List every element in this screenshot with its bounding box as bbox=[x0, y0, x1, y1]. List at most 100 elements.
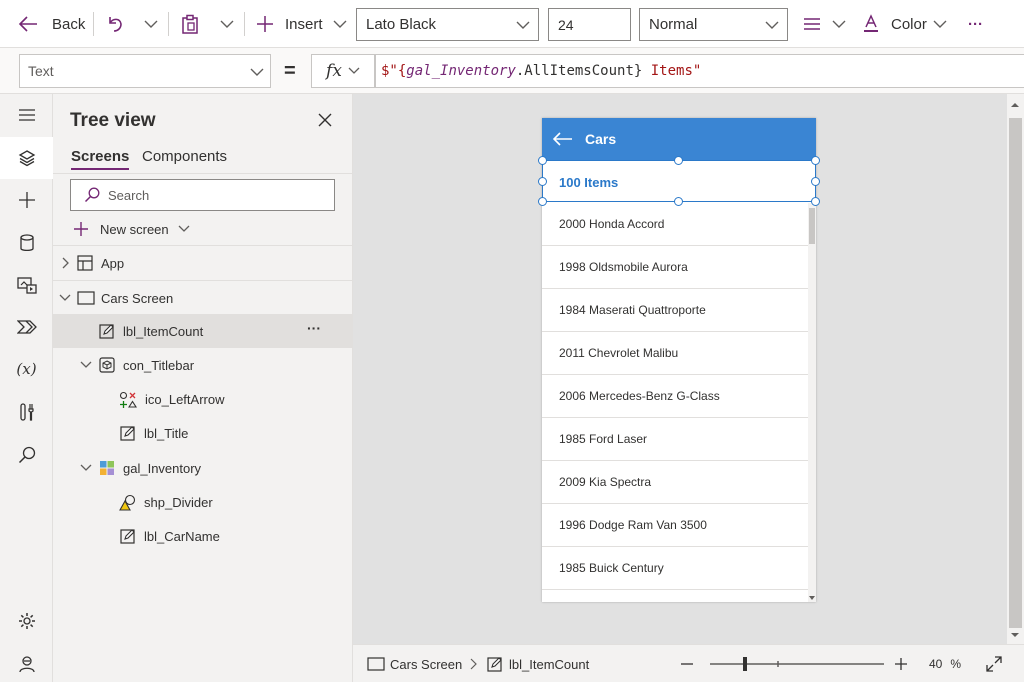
zoom-out-button[interactable] bbox=[680, 645, 694, 682]
undo-icon bbox=[109, 17, 122, 32]
property-value: Text bbox=[28, 63, 54, 79]
data-button[interactable] bbox=[0, 222, 53, 264]
advanced-tools-button[interactable] bbox=[0, 391, 53, 433]
back-button[interactable]: Back bbox=[18, 0, 85, 48]
divider bbox=[244, 12, 245, 36]
font-size-value: 24 bbox=[558, 16, 574, 33]
fx-button[interactable]: fx bbox=[311, 54, 375, 88]
more-commands-button[interactable]: ··· bbox=[968, 0, 983, 48]
status-bar: Cars Screen lbl_ItemCount 40 % bbox=[353, 644, 1024, 682]
hamburger-button[interactable] bbox=[0, 94, 53, 136]
font-color-icon bbox=[864, 14, 878, 32]
canvas-scrollbar-thumb[interactable] bbox=[1009, 118, 1022, 628]
car-name-label: 1984 Maserati Quattroporte bbox=[559, 303, 706, 317]
formula-token: gal_Inventory bbox=[406, 63, 516, 79]
chevron-down-icon[interactable] bbox=[59, 294, 71, 302]
tree-view-pane: Tree view Screens Components Search New … bbox=[53, 94, 353, 682]
tree-item-shp-divider[interactable]: shp_Divider bbox=[53, 485, 352, 519]
status-screen-label: Cars Screen bbox=[390, 656, 463, 672]
gallery-item[interactable]: 1996 Dodge Ram Van 3500 bbox=[542, 504, 808, 547]
zoom-slider-track bbox=[710, 657, 884, 671]
gallery-item[interactable]: 1985 Buick Century bbox=[542, 547, 808, 590]
virtual-agent-button[interactable] bbox=[0, 643, 53, 682]
tree-item-lbl-itemcount[interactable]: lbl_ItemCount ··· bbox=[53, 314, 352, 348]
zoom-unit: % bbox=[950, 657, 962, 671]
tree-item-lbl-title[interactable]: lbl_Title bbox=[53, 416, 352, 450]
undo-dropdown-button[interactable] bbox=[144, 0, 158, 48]
car-name-label: 1996 Dodge Ram Van 3500 bbox=[559, 518, 707, 532]
chevron-down-icon[interactable] bbox=[80, 464, 92, 472]
back-label: Back bbox=[52, 15, 86, 33]
tree-item-lbl-carname[interactable]: lbl_CarName bbox=[53, 519, 352, 553]
chevron-down-icon[interactable] bbox=[80, 361, 92, 369]
power-automate-button[interactable] bbox=[0, 306, 53, 348]
screen-icon bbox=[77, 291, 95, 305]
tree-item-label: lbl_Title bbox=[144, 426, 189, 441]
zoom-slider[interactable] bbox=[710, 645, 884, 682]
tree-item-label: con_Titlebar bbox=[123, 358, 195, 373]
font-weight-dropdown[interactable]: Normal bbox=[639, 8, 788, 41]
search-rail-button[interactable] bbox=[0, 434, 53, 476]
paste-dropdown-button[interactable] bbox=[220, 0, 234, 48]
gallery-scrollbar[interactable] bbox=[808, 203, 816, 602]
tree-view-button[interactable] bbox=[0, 137, 53, 179]
font-family-dropdown[interactable]: Lato Black bbox=[356, 8, 539, 41]
property-dropdown[interactable]: Text bbox=[19, 54, 271, 88]
insert-button[interactable]: Insert bbox=[256, 0, 347, 48]
car-name-label: 2000 Honda Accord bbox=[559, 217, 665, 231]
fit-to-window-button[interactable] bbox=[986, 645, 1002, 682]
variables-icon: (x) bbox=[16, 360, 37, 378]
undo-button[interactable] bbox=[105, 0, 125, 48]
gallery-item[interactable]: 2000 Honda Accord bbox=[542, 203, 808, 246]
zoom-slider-thumb[interactable] bbox=[743, 657, 747, 671]
insert-label: Insert bbox=[285, 15, 323, 33]
gallery-item[interactable]: 2006 Mercedes-Benz G-Class bbox=[542, 375, 808, 418]
align-icon bbox=[804, 18, 820, 30]
status-control-breadcrumb[interactable]: lbl_ItemCount bbox=[487, 645, 589, 682]
more-options-button[interactable]: ··· bbox=[307, 320, 321, 336]
car-name-label: 1998 Oldsmobile Aurora bbox=[559, 260, 688, 274]
zoom-in-button[interactable] bbox=[894, 645, 908, 682]
tree-search-input[interactable]: Search bbox=[70, 179, 335, 211]
app-screen-preview: Cars 100 Items 2000 Honda Accord 1998 Old… bbox=[542, 118, 816, 602]
gallery-item[interactable]: 2009 Kia Spectra bbox=[542, 461, 808, 504]
fx-icon: fx bbox=[326, 61, 342, 81]
left-rail: (x) bbox=[0, 94, 53, 682]
close-tree-button[interactable] bbox=[317, 112, 333, 131]
gallery-scrollbar-thumb[interactable] bbox=[809, 208, 815, 244]
tree-item-ico-leftarrow[interactable]: ico_LeftArrow bbox=[53, 382, 352, 416]
plus-icon bbox=[257, 16, 273, 32]
tab-components[interactable]: Components bbox=[142, 148, 227, 165]
label-icon bbox=[120, 529, 135, 544]
gallery-item[interactable]: 2011 Chevrolet Malibu bbox=[542, 332, 808, 375]
tree-item-app[interactable]: App bbox=[53, 246, 352, 280]
gallery-item[interactable]: 1998 Oldsmobile Aurora bbox=[542, 246, 808, 289]
settings-button[interactable] bbox=[0, 600, 53, 642]
color-button[interactable]: Color bbox=[862, 0, 947, 48]
tree-item-gal-inventory[interactable]: gal_Inventory bbox=[53, 451, 352, 485]
left-arrow-icon[interactable] bbox=[553, 132, 573, 146]
align-button[interactable] bbox=[802, 0, 846, 48]
gallery-item[interactable]: 1985 Ford Laser bbox=[542, 418, 808, 461]
variables-button[interactable]: (x) bbox=[0, 348, 53, 390]
font-family-value: Lato Black bbox=[366, 16, 437, 33]
gallery-item[interactable]: 1984 Maserati Quattroporte bbox=[542, 289, 808, 332]
power-automate-icon bbox=[16, 320, 37, 334]
item-count-label[interactable]: 100 Items bbox=[559, 175, 618, 190]
tab-screens[interactable]: Screens bbox=[71, 148, 130, 170]
layers-icon bbox=[18, 150, 35, 167]
status-chevron bbox=[469, 645, 477, 682]
new-screen-button[interactable]: New screen bbox=[73, 219, 190, 239]
tree-item-label: Cars Screen bbox=[101, 291, 174, 306]
formula-input[interactable]: $"{gal_Inventory .AllItemsCount} Items" bbox=[375, 54, 1024, 88]
font-size-input[interactable]: 24 bbox=[548, 8, 631, 41]
media-button[interactable] bbox=[0, 264, 53, 306]
formula-token: $"{ bbox=[381, 63, 407, 79]
tree-item-cars-screen[interactable]: Cars Screen bbox=[53, 281, 352, 315]
insert-rail-button[interactable] bbox=[0, 179, 53, 221]
status-screen-breadcrumb[interactable]: Cars Screen bbox=[367, 645, 462, 682]
chevron-right-icon[interactable] bbox=[61, 257, 69, 269]
tree-item-con-titlebar[interactable]: con_Titlebar bbox=[53, 348, 352, 382]
paste-button[interactable] bbox=[180, 0, 200, 48]
tree-item-label: ico_LeftArrow bbox=[145, 392, 225, 407]
